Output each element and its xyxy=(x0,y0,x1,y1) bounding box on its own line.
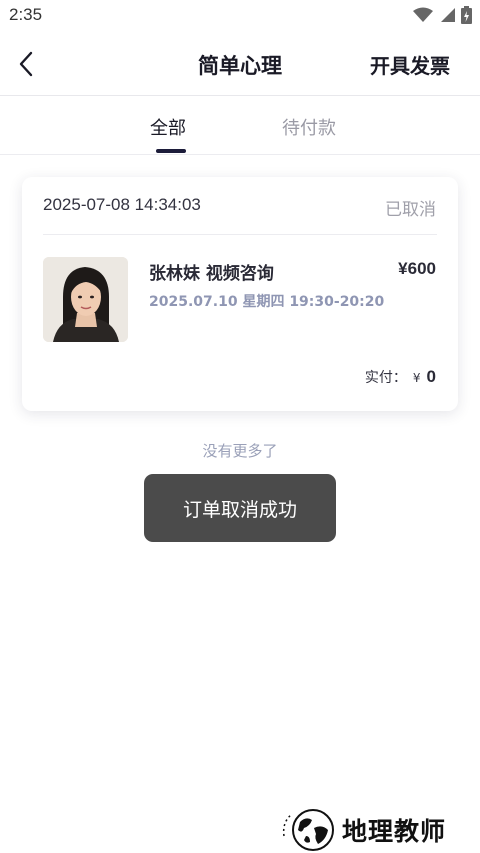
counselor-avatar xyxy=(43,257,128,342)
globe-logo-icon xyxy=(282,809,334,851)
status-time: 2:35 xyxy=(9,5,43,24)
list-end-text: 没有更多了 xyxy=(202,442,278,460)
tab-all[interactable]: 全部 xyxy=(150,114,186,140)
order-price: ¥600 xyxy=(398,259,436,278)
wifi-icon xyxy=(413,7,433,22)
order-list: 2025-07-08 14:34:03 已取消 张林妹 视频咨询 ¥600 20… xyxy=(0,155,480,853)
order-tabs: 全部 待付款 xyxy=(0,97,480,155)
status-bar: 2:35 xyxy=(0,0,480,32)
toast: 订单取消成功 xyxy=(144,474,336,542)
active-tab-indicator xyxy=(156,149,186,153)
issue-invoice-button[interactable]: 开具发票 xyxy=(370,50,450,79)
watermark-text: 地理教师 xyxy=(342,817,447,846)
paid-amount-row: 实付： ¥ 0 xyxy=(365,367,436,387)
toast-message: 订单取消成功 xyxy=(182,498,297,521)
status-icons xyxy=(413,6,472,24)
service-name: 张林妹 视频咨询 xyxy=(149,264,274,284)
signal-icon xyxy=(441,8,455,22)
app-header: 简单心理 开具发票 xyxy=(0,32,480,96)
order-status: 已取消 xyxy=(385,200,436,220)
card-divider xyxy=(43,234,437,235)
paid-amount: 0 xyxy=(426,367,436,386)
battery-icon xyxy=(461,6,472,24)
watermark: 地理教师 xyxy=(278,806,474,853)
order-card[interactable]: 2025-07-08 14:34:03 已取消 张林妹 视频咨询 ¥600 20… xyxy=(22,177,458,411)
appointment-time: 2025.07.10 星期四 19:30-20:20 xyxy=(149,294,385,310)
paid-currency: ¥ xyxy=(412,371,421,385)
paid-label: 实付： xyxy=(364,370,407,386)
order-time: 2025-07-08 14:34:03 xyxy=(43,195,201,214)
tab-unpaid[interactable]: 待付款 xyxy=(282,114,336,140)
